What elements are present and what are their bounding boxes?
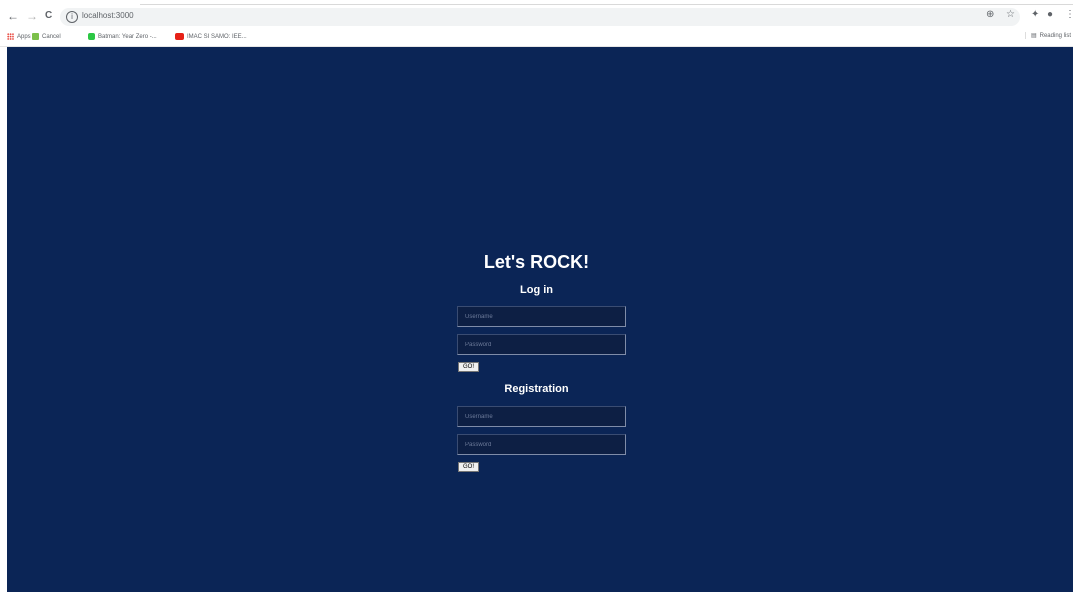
bookmark-apps[interactable]: Apps <box>7 33 31 40</box>
bookmark-batman[interactable]: Batman: Year Zero -... <box>88 33 157 40</box>
folder-icon <box>32 33 39 40</box>
login-username-input[interactable] <box>457 306 626 327</box>
bookmark-label: Batman: Year Zero -... <box>98 33 157 40</box>
browser-toolbar: ← → C i localhost:3000 ⊕ ☆ ✦ ● ⋮ <box>0 0 1073 28</box>
menu-icon[interactable]: ⋮ <box>1065 10 1073 20</box>
tab-strip-divider <box>140 4 1073 5</box>
bookmark-star-icon[interactable]: ☆ <box>1006 10 1015 20</box>
bookmark-label: Apps <box>17 33 31 40</box>
profile-icon[interactable]: ● <box>1047 10 1053 20</box>
reading-list-button[interactable]: ▤ Reading list <box>1024 32 1071 39</box>
address-url[interactable]: localhost:3000 <box>82 11 134 20</box>
registration-submit-button[interactable]: GO! <box>458 462 479 472</box>
bookmarks-bar: Apps Cancel Batman: Year Zero -... IMAC … <box>0 28 1073 47</box>
forward-icon[interactable]: → <box>26 10 38 22</box>
reading-list-icon: ▤ <box>1030 33 1037 39</box>
reload-icon[interactable]: C <box>45 10 52 22</box>
address-bar[interactable]: i localhost:3000 <box>60 8 1020 26</box>
bookmark-label: Cancel <box>42 33 61 40</box>
login-password-input[interactable] <box>457 334 626 355</box>
extensions-icon[interactable]: ✦ <box>1031 10 1039 20</box>
green-favicon <box>88 33 95 40</box>
share-icon[interactable]: ⊕ <box>986 10 994 20</box>
registration-title: Registration <box>504 383 569 395</box>
login-submit-button[interactable]: GO! <box>458 362 479 372</box>
page-heading: Let's ROCK! <box>483 252 590 272</box>
back-icon[interactable]: ← <box>7 10 19 22</box>
site-info-icon[interactable]: i <box>66 11 78 23</box>
bookmark-cancel[interactable]: Cancel <box>32 33 61 40</box>
bookmark-imac[interactable]: IMAC SI SAMO: IEE... <box>175 33 247 40</box>
bookmark-label: IMAC SI SAMO: IEE... <box>187 33 247 40</box>
youtube-icon <box>175 33 184 40</box>
reading-list-label: Reading list <box>1039 32 1071 39</box>
apps-grid-icon <box>7 33 14 40</box>
login-title: Log in <box>520 284 553 296</box>
registration-username-input[interactable] <box>457 406 626 427</box>
registration-password-input[interactable] <box>457 434 626 455</box>
